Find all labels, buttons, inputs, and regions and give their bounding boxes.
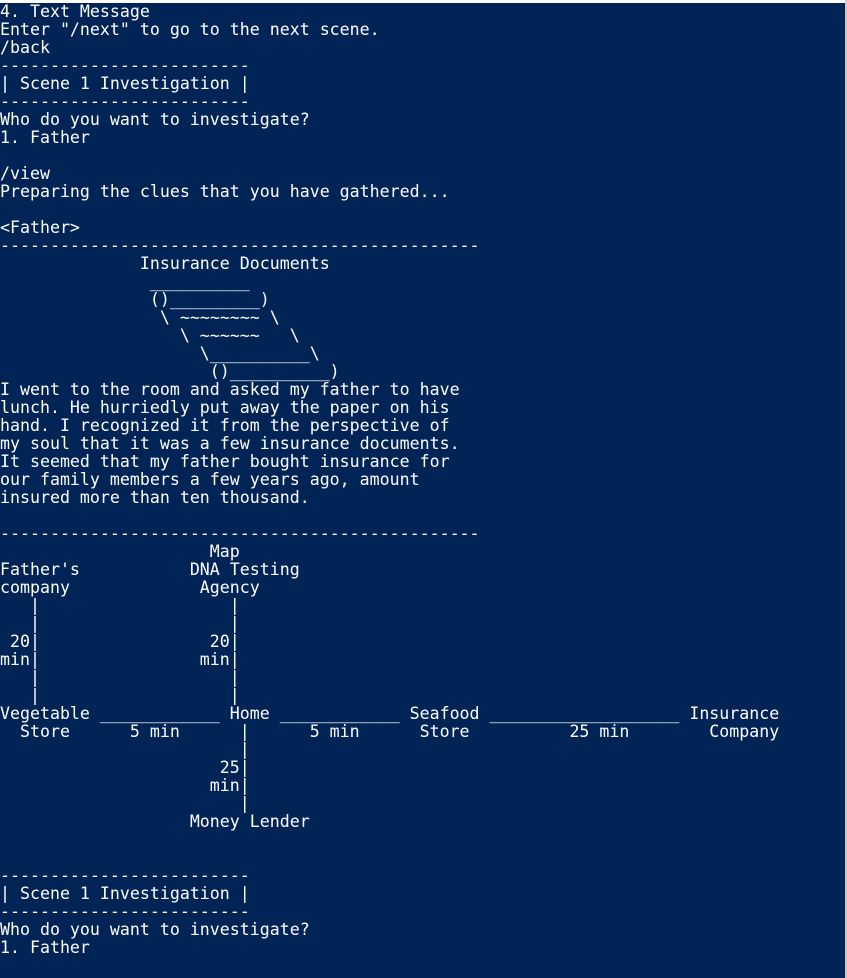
console-line: ------------------------- [0, 902, 250, 921]
map-line: Money Lender [0, 812, 310, 831]
map-line: Father's DNA Testing [0, 560, 300, 579]
console-line: /view [0, 164, 50, 183]
console-line: 1. Father [0, 938, 90, 957]
map-line: 25| [0, 758, 250, 777]
map-line: min| [0, 776, 250, 795]
map-line: 20| 20| [0, 632, 240, 651]
clue-text-line: hand. I recognized it from the perspecti… [0, 416, 450, 435]
console-line: ----------------------------------------… [0, 524, 480, 543]
map-line: | | [0, 668, 240, 687]
console-output[interactable]: 4. Text Message Enter "/next" to go to t… [0, 3, 847, 978]
console-line: ------------------------- [0, 56, 250, 75]
map-line: Vegetable ____________ Home ____________… [0, 704, 780, 723]
console-line: Preparing the clues that you have gather… [0, 182, 450, 201]
scene-header: | Scene 1 Investigation | [0, 884, 250, 903]
map-line: Map [0, 542, 240, 561]
ascii-art-line: \ ~~~~~~~~ \ [0, 308, 280, 327]
console-line: Who do you want to investigate? [0, 920, 310, 939]
console-line: 4. Text Message [0, 3, 150, 21]
ascii-art-line: ()__________) [0, 362, 340, 381]
clue-text-line: our family members a few years ago, amou… [0, 470, 420, 489]
ascii-art-line: ()_________) [0, 290, 270, 309]
clue-owner: <Father> [0, 218, 80, 237]
console-line: 1. Father [0, 128, 90, 147]
console-line: Enter "/next" to go to the next scene. [0, 20, 380, 39]
console-line: ----------------------------------------… [0, 236, 480, 255]
map-line: | [0, 740, 250, 759]
map-line: company Agency [0, 578, 260, 597]
ascii-art-line: __________ [0, 272, 250, 291]
clue-text-line: It seemed that my father bought insuranc… [0, 452, 450, 471]
clue-text-line: my soul that it was a few insurance docu… [0, 434, 460, 453]
map-line: | | [0, 614, 240, 633]
map-line: | [0, 794, 250, 813]
ascii-art-line: \ ~~~~~~ \ [0, 326, 300, 345]
clue-text-line: insured more than ten thousand. [0, 488, 310, 507]
clue-text-line: I went to the room and asked my father t… [0, 380, 460, 399]
map-line: min| min| [0, 650, 240, 669]
clue-title: Insurance Documents [0, 254, 330, 273]
console-line: Who do you want to investigate? [0, 110, 310, 129]
scene-header: | Scene 1 Investigation | [0, 74, 250, 93]
map-line: | | [0, 686, 240, 705]
ascii-art-line: \__________\ [0, 344, 320, 363]
console-line: ------------------------- [0, 866, 250, 885]
console-line: /back [0, 38, 50, 57]
clue-text-line: lunch. He hurriedly put away the paper o… [0, 398, 450, 417]
console-line: ------------------------- [0, 92, 250, 111]
map-line: Store 5 min | 5 min Store 25 min Company [0, 722, 780, 741]
map-line: | | [0, 596, 240, 615]
